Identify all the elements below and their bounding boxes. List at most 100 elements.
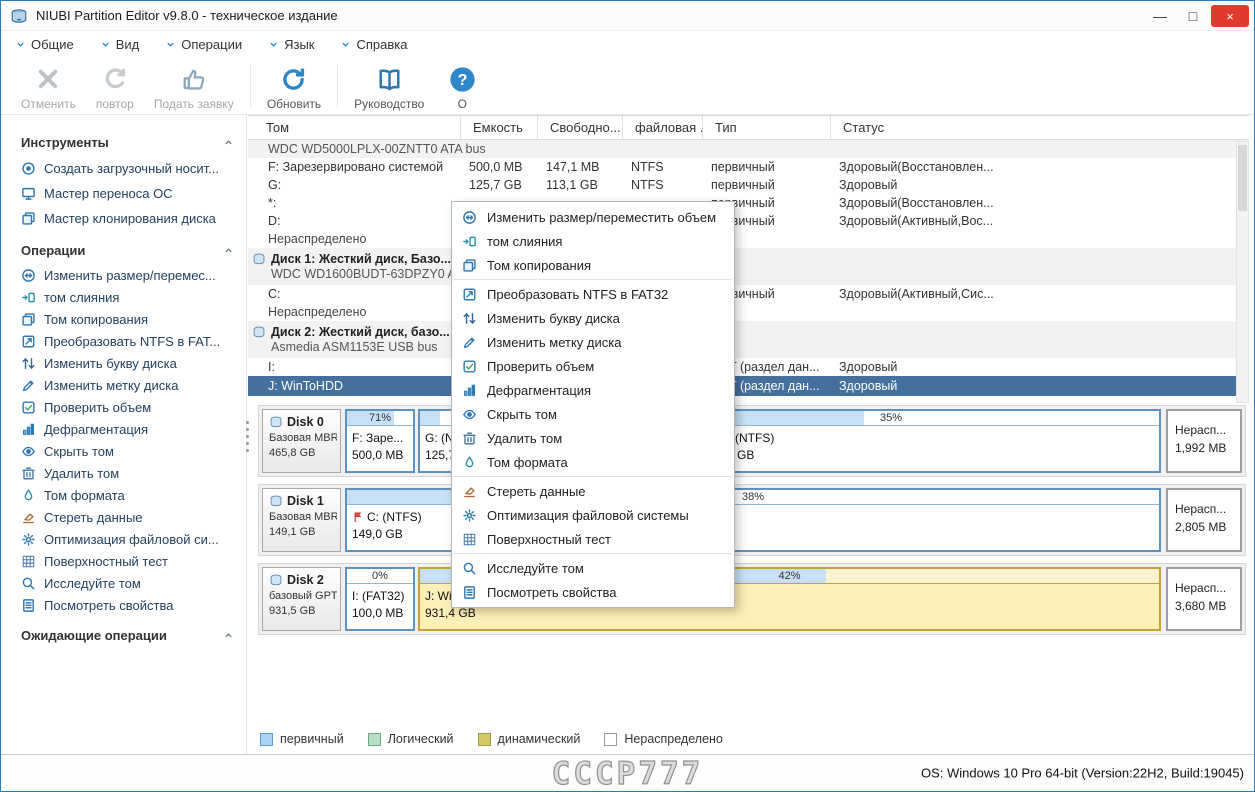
column-header[interactable]: Тип	[703, 116, 831, 139]
sidebar-item-defragment[interactable]: Дефрагментация	[21, 418, 238, 440]
vertical-scrollbar[interactable]	[1236, 141, 1249, 403]
unallocated-block[interactable]: Нерасп...2,805 MB	[1166, 488, 1242, 552]
toolbar: ОтменитьповторПодать заявкуОбновитьРуков…	[1, 57, 1254, 115]
sidebar-section-header[interactable]: Ожидающие операции	[21, 628, 234, 643]
disk-info-block[interactable]: Disk 1Базовая MBR149,1 GB	[262, 488, 341, 552]
disk-header-row[interactable]: Диск 2: Жесткий диск, базо...Asmedia ASM…	[248, 321, 1249, 358]
sidebar-item-change-volume-label[interactable]: Изменить метку диска	[21, 374, 238, 396]
sidebar-item-label: том слияния	[44, 290, 119, 305]
sidebar-item-os-migration[interactable]: Мастер переноса ОС	[21, 181, 238, 206]
context-menu-item-format-volume[interactable]: Том формата	[452, 450, 734, 474]
copy-icon	[21, 312, 36, 327]
volume-table-header: ТомЕмкостьСвободно...файловая ...ТипСтат…	[248, 115, 1249, 140]
menubar-item-general[interactable]: Общие	[15, 37, 74, 52]
sidebar-item-hide-volume[interactable]: Скрыть том	[21, 440, 238, 462]
unallocated-size: 2,805 MB	[1175, 520, 1240, 534]
maximize-button[interactable]: □	[1178, 5, 1208, 27]
context-menu-item-optimize-filesystem[interactable]: Оптимизация файловой системы	[452, 503, 734, 527]
context-menu-item-view-properties[interactable]: Посмотреть свойства	[452, 580, 734, 604]
sidebar-item-check-volume[interactable]: Проверить объем	[21, 396, 238, 418]
close-button[interactable]: ×	[1211, 5, 1249, 27]
menubar-item-help[interactable]: Справка	[340, 37, 407, 52]
menubar-item-view[interactable]: Вид	[100, 37, 140, 52]
sidebar-item-disk-clone[interactable]: Мастер клонирования диска	[21, 206, 238, 231]
disk-info-block[interactable]: Disk 0Базовая MBR465,8 GB	[262, 409, 341, 473]
delete-icon	[462, 431, 477, 446]
disk-subtitle-row[interactable]: WDC WD5000LPLX-00ZNTT0 ATA bus	[248, 140, 1249, 158]
context-menu-item-surface-test[interactable]: Поверхностный тест	[452, 527, 734, 551]
partition-block[interactable]: 71%F: Заре...500,0 MB	[345, 409, 415, 473]
cell-status: Здоровый	[831, 379, 1249, 393]
minimize-button[interactable]: —	[1145, 5, 1175, 27]
refresh-button[interactable]: Обновить	[257, 61, 331, 115]
menubar: Общие Вид Операции Язык Справка	[1, 31, 1254, 57]
disk-row: Disk 2базовый GPT931,5 GB0%I: (FAT32)100…	[258, 563, 1246, 635]
convert-icon	[21, 334, 36, 349]
context-menu-item-check-volume[interactable]: Проверить объем	[452, 354, 734, 378]
volume-row[interactable]: C:первичныйЗдоровый(Активный,Сис...	[248, 285, 1249, 303]
unallocated-block[interactable]: Нерасп...1,992 MB	[1166, 409, 1242, 473]
column-header[interactable]: Том	[248, 116, 461, 139]
redo-button[interactable]: повтор	[86, 61, 144, 115]
volume-row[interactable]: G:125,7 GB113,1 GBNTFSпервичныйЗдоровый	[248, 176, 1249, 194]
sidebar-item-format-volume[interactable]: Том формата	[21, 484, 238, 506]
sidebar-splitter-handle[interactable]	[243, 421, 251, 465]
context-menu-item-wipe-data[interactable]: Стереть данные	[452, 479, 734, 503]
context-menu-item-label: Изменить букву диска	[487, 311, 620, 326]
column-header[interactable]: Свободно...	[538, 116, 623, 139]
apply-button[interactable]: Подать заявку	[144, 61, 244, 115]
unallocated-row[interactable]: Нераспределено	[248, 230, 1249, 248]
cell-status: Здоровый(Активный,Сис...	[831, 287, 1249, 301]
sidebar-item-optimize-filesystem[interactable]: Оптимизация файловой си...	[21, 528, 238, 550]
volume-row[interactable]: I:GPT (раздел дан...Здоровый	[248, 358, 1249, 376]
context-menu-item-explore-volume[interactable]: Исследуйте том	[452, 556, 734, 580]
context-menu-item-defragment[interactable]: Дефрагментация	[452, 378, 734, 402]
column-header[interactable]: Емкость	[461, 116, 538, 139]
column-header[interactable]: Статус	[831, 116, 1249, 139]
menubar-item-label: Язык	[284, 37, 314, 52]
sidebar-item-boot-media[interactable]: Создать загрузочный носит...	[21, 156, 238, 181]
sidebar-item-delete-volume[interactable]: Удалить том	[21, 462, 238, 484]
disk-info-block[interactable]: Disk 2базовый GPT931,5 GB	[262, 567, 341, 631]
menubar-item-language[interactable]: Язык	[268, 37, 314, 52]
sidebar-item-merge-volume[interactable]: том слияния	[21, 286, 238, 308]
sidebar-item-explore-volume[interactable]: Исследуйте том	[21, 572, 238, 594]
chevron-down-icon	[15, 39, 26, 50]
menubar-item-operations[interactable]: Операции	[165, 37, 242, 52]
context-menu-item-hide-volume[interactable]: Скрыть том	[452, 402, 734, 426]
context-menu-item-convert-ntfs-fat32[interactable]: Преобразовать NTFS в FAT32	[452, 282, 734, 306]
sidebar-item-view-properties[interactable]: Посмотреть свойства	[21, 594, 238, 616]
context-menu-item-merge-volume[interactable]: том слияния	[452, 229, 734, 253]
selected-volume-row[interactable]: J: WinToHDDGPT (раздел дан...Здоровый	[248, 376, 1249, 396]
disk-header-row[interactable]: Диск 1: Жесткий диск, Базо...WDC WD1600B…	[248, 248, 1249, 285]
sidebar-section-header[interactable]: Операции	[21, 243, 234, 258]
sidebar-item-resize-move[interactable]: Изменить размер/перемес...	[21, 264, 238, 286]
chevron-down-icon	[100, 39, 111, 50]
guide-button[interactable]: Руководство	[344, 61, 434, 115]
sidebar-item-convert-ntfs-fat32[interactable]: Преобразовать NTFS в FAT...	[21, 330, 238, 352]
sidebar-item-change-drive-letter[interactable]: Изменить букву диска	[21, 352, 238, 374]
context-menu-item-change-volume-label[interactable]: Изменить метку диска	[452, 330, 734, 354]
context-menu-item-delete-volume[interactable]: Удалить том	[452, 426, 734, 450]
unallocated-block[interactable]: Нерасп...3,680 MB	[1166, 567, 1242, 631]
convert-icon	[462, 287, 477, 302]
volume-row[interactable]: F: Зарезервировано системой500,0 MB147,1…	[248, 158, 1249, 176]
undo-button[interactable]: Отменить	[11, 61, 86, 115]
context-menu-item-resize-move[interactable]: Изменить размер/переместить объем	[452, 205, 734, 229]
about-button[interactable]: ?О	[434, 61, 490, 115]
context-menu-item-change-drive-letter[interactable]: Изменить букву диска	[452, 306, 734, 330]
sidebar-item-wipe-data[interactable]: Стереть данные	[21, 506, 238, 528]
sidebar-item-surface-test[interactable]: Поверхностный тест	[21, 550, 238, 572]
column-header[interactable]: файловая ...	[623, 116, 703, 139]
partition-block[interactable]: 0%I: (FAT32)100,0 MB	[345, 567, 415, 631]
volume-row[interactable]: D:первичныйЗдоровый(Активный,Вос...	[248, 212, 1249, 230]
unallocated-row[interactable]: Нераспределено	[248, 303, 1249, 321]
context-menu-item-copy-volume[interactable]: Том копирования	[452, 253, 734, 277]
sidebar-item-copy-volume[interactable]: Том копирования	[21, 308, 238, 330]
format-icon	[21, 488, 36, 503]
explore-icon	[462, 561, 477, 576]
sidebar-section-header[interactable]: Инструменты	[21, 135, 234, 150]
volume-row[interactable]: *:первичныйЗдоровый(Восстановлен...	[248, 194, 1249, 212]
disk-drive-icon	[269, 494, 283, 508]
scrollbar-thumb[interactable]	[1238, 145, 1247, 211]
